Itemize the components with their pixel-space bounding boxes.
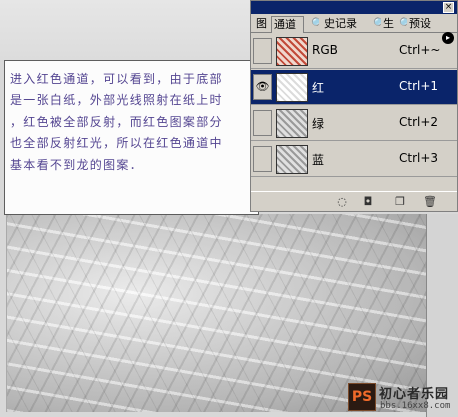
- channel-row-blue[interactable]: 蓝 Ctrl+3: [251, 142, 457, 177]
- panel-titlebar[interactable]: ×: [251, 1, 457, 14]
- visibility-toggle[interactable]: [253, 146, 272, 172]
- tab-layers[interactable]: 图: [254, 16, 270, 33]
- channel-thumbnail: [276, 109, 308, 138]
- load-selection-icon[interactable]: ◌: [335, 195, 349, 209]
- save-selection-icon[interactable]: ◘: [361, 195, 375, 209]
- site-watermark: PS 初心者乐园 bbs.16xx8.com: [348, 381, 456, 415]
- tab-history[interactable]: 史记录: [322, 16, 368, 33]
- screenshot: 进入红色通道，可以看到，由于底部 是一张白纸，外部光线照射在纸上时 ，红色被全部…: [0, 0, 458, 417]
- panel-tabs: 图 通道 🔍 史记录 🔍 生 🔍 预设 ▸: [251, 15, 457, 44]
- delete-channel-icon[interactable]: 🗑: [423, 195, 437, 209]
- channel-shortcut: Ctrl+2: [399, 115, 439, 129]
- tab-channels[interactable]: 通道: [271, 16, 304, 33]
- new-channel-icon[interactable]: ❐: [393, 195, 407, 209]
- channel-name: 绿: [312, 117, 325, 131]
- visibility-toggle[interactable]: [253, 110, 272, 136]
- channel-shortcut: Ctrl+~: [399, 43, 441, 57]
- channel-thumbnail: [276, 73, 308, 102]
- channel-row-red[interactable]: 👁 红 Ctrl+1: [251, 70, 457, 105]
- channel-shortcut: Ctrl+3: [399, 151, 439, 165]
- channel-thumbnail: [276, 145, 308, 174]
- channel-name: 红: [312, 81, 325, 95]
- visibility-toggle[interactable]: [253, 38, 272, 64]
- tab-paths-icon[interactable]: 🔍: [309, 16, 319, 33]
- channels-panel: × 图 通道 🔍 史记录 🔍 生 🔍 预设 ▸ RGB Ctrl+~ 👁 红 C…: [250, 0, 458, 212]
- channel-thumbnail: [276, 37, 308, 66]
- ps-logo: PS: [348, 383, 376, 411]
- close-icon[interactable]: ×: [443, 2, 454, 13]
- annotation-text: 进入红色通道，可以看到，由于底部 是一张白纸，外部光线照射在纸上时 ，红色被全部…: [10, 72, 223, 172]
- watermark-title: 初心者乐园: [379, 387, 450, 402]
- tab-actions[interactable]: 生: [381, 16, 395, 33]
- channel-shortcut: Ctrl+1: [399, 79, 439, 93]
- panel-footer: ◌ ◘ ❐ 🗑: [251, 191, 457, 211]
- eye-icon[interactable]: 👁: [253, 74, 272, 100]
- channel-row-rgb[interactable]: RGB Ctrl+~: [251, 34, 457, 69]
- channel-name: 蓝: [312, 153, 325, 167]
- tab-presets[interactable]: 预设: [407, 16, 439, 33]
- tab-actions-icon[interactable]: 🔍: [371, 16, 381, 33]
- channel-name: RGB: [312, 43, 338, 57]
- tab-presets-icon[interactable]: 🔍: [397, 16, 407, 33]
- watermark-url: bbs.16xx8.com: [380, 401, 451, 411]
- annotation-box: 进入红色通道，可以看到，由于底部 是一张白纸，外部光线照射在纸上时 ，红色被全部…: [4, 60, 259, 215]
- channel-row-green[interactable]: 绿 Ctrl+2: [251, 106, 457, 141]
